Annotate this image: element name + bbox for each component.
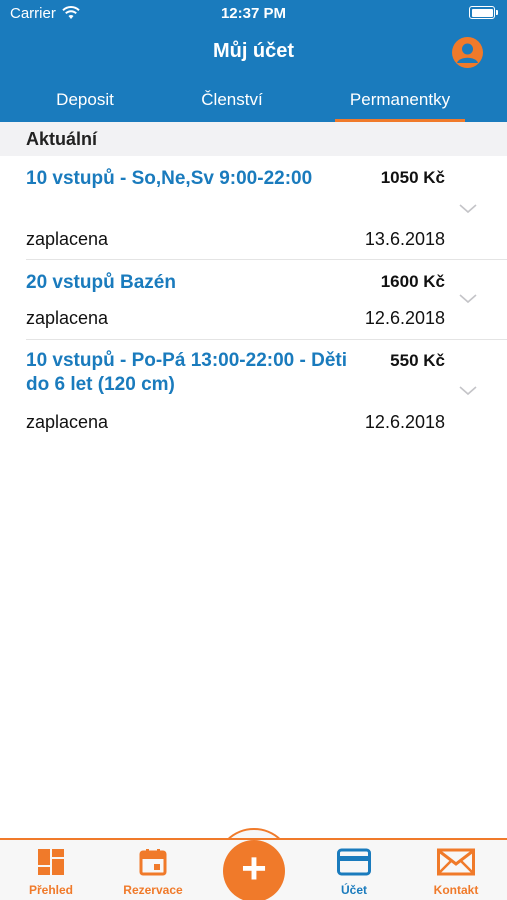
list-item[interactable]: 10 vstupů - So,Ne,Sv 9:00-22:00 1050 Kč … [0, 156, 507, 260]
item-status: zaplacena [26, 412, 109, 432]
item-price: 550 Kč [390, 351, 445, 370]
tabbar-item-prehled[interactable]: Přehled [11, 848, 91, 897]
chevron-down-icon[interactable] [459, 294, 477, 304]
tabbar-item-kontakt[interactable]: Kontakt [416, 848, 496, 897]
dashboard-icon [38, 849, 64, 875]
clock: 12:37 PM [220, 5, 287, 22]
status-bar: Carrier 12:37 PM [0, 0, 507, 28]
tab-permanentky-label: Permanentky [349, 90, 451, 109]
mail-icon [437, 848, 475, 876]
item-price: 1050 Kč [380, 168, 445, 187]
segment-tabs: Deposit Členství Permanentky [0, 78, 507, 122]
item-name: 20 vstupů Bazén [26, 272, 176, 293]
navigation-bar: Můj účet [0, 28, 507, 78]
battery-icon [469, 6, 498, 19]
page-title: Můj účet [212, 40, 295, 62]
item-name: 10 vstupů - So,Ne,Sv 9:00-22:00 [26, 168, 313, 189]
tab-deposit-label: Deposit [56, 90, 114, 109]
tabbar-item-rezervace[interactable]: Rezervace [113, 848, 193, 897]
tabbar-label: Rezervace [123, 883, 183, 897]
item-name: 10 vstupů - Po-Pá 13:00-22:00 - Děti do … [26, 350, 347, 395]
section-header: Aktuální [0, 122, 507, 156]
item-status: zaplacena [26, 229, 109, 249]
tab-clenstvi-label: Členství [201, 90, 263, 109]
chevron-down-icon[interactable] [459, 204, 477, 214]
tab-deposit[interactable]: Deposit [0, 78, 170, 122]
item-status: zaplacena [26, 308, 109, 328]
tab-permanentky[interactable]: Permanentky [315, 78, 485, 122]
list-item[interactable]: 10 vstupů - Po-Pá 13:00-22:00 - Děti do … [0, 340, 507, 444]
item-date: 13.6.2018 [364, 229, 445, 249]
profile-icon[interactable] [452, 37, 483, 68]
card-icon [337, 848, 371, 876]
item-price: 1600 Kč [380, 272, 445, 291]
tab-clenstvi[interactable]: Členství [147, 78, 317, 122]
calendar-icon [139, 849, 167, 876]
chevron-down-icon[interactable] [459, 386, 477, 396]
item-date: 12.6.2018 [364, 412, 445, 432]
add-button[interactable]: + [223, 840, 285, 900]
tabbar-label: Účet [340, 883, 367, 897]
tabbar-item-ucet[interactable]: Účet [314, 848, 394, 897]
tabbar-label: Kontakt [433, 883, 479, 897]
item-date: 12.6.2018 [364, 308, 445, 328]
list-item[interactable]: 20 vstupů Bazén 1600 Kč zaplacena 12.6.2… [0, 260, 507, 340]
tabbar-label: Přehled [28, 883, 73, 897]
